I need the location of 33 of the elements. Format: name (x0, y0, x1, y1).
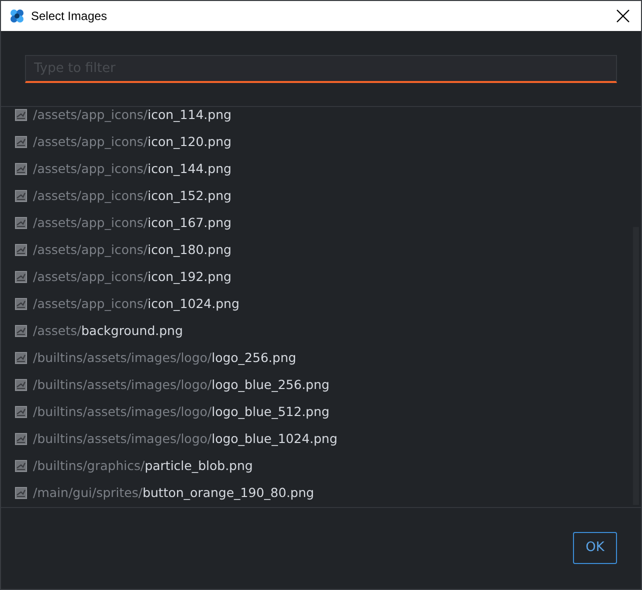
file-path[interactable]: /assets/app_icons/icon_167.png (33, 215, 232, 230)
file-path[interactable]: /builtins/assets/images/logo/logo_blue_1024.png (33, 431, 338, 446)
image-file-icon (15, 486, 27, 498)
image-file-icon (15, 136, 27, 148)
file-path[interactable]: /main/gui/sprites/button_orange_190_80.png (33, 485, 314, 500)
image-file-icon (15, 216, 27, 228)
image-file-icon (15, 298, 27, 310)
ok-button[interactable]: OK (573, 532, 617, 564)
file-path[interactable]: /assets/app_icons/icon_144.png (33, 161, 232, 176)
image-file-icon (15, 244, 27, 256)
image-file-icon (15, 190, 27, 202)
image-file-icon (15, 432, 27, 444)
file-path[interactable]: /assets/app_icons/icon_1024.png (33, 296, 240, 311)
app-logo-icon (9, 8, 25, 24)
file-path[interactable]: /assets/app_icons/icon_152.png (33, 188, 232, 203)
image-file-icon (15, 378, 27, 390)
file-path[interactable]: /assets/app_icons/icon_180.png (33, 242, 232, 257)
image-file-icon (15, 270, 27, 282)
file-path[interactable]: /builtins/assets/images/logo/logo_blue_512.png (33, 404, 330, 419)
image-file-icon (15, 108, 27, 120)
file-path[interactable]: /builtins/assets/images/logo/logo_blue_256.png (33, 377, 330, 392)
file-path[interactable]: /assets/app_icons/icon_192.png (33, 269, 232, 284)
file-path[interactable]: /builtins/assets/images/logo/logo_256.png (33, 350, 296, 365)
file-path[interactable]: /assets/background.png (33, 323, 183, 338)
file-path[interactable]: /assets/app_icons/icon_120.png (33, 134, 232, 149)
image-file-icon (15, 352, 27, 364)
image-file-icon (15, 324, 27, 336)
file-path[interactable]: /builtins/graphics/particle_blob.png (33, 458, 253, 473)
image-file-icon (15, 406, 27, 418)
image-file-icon (15, 162, 27, 174)
image-file-icon (15, 460, 27, 472)
file-path[interactable]: /assets/app_icons/icon_114.png (33, 107, 232, 122)
window-title: Select Images (31, 9, 108, 23)
